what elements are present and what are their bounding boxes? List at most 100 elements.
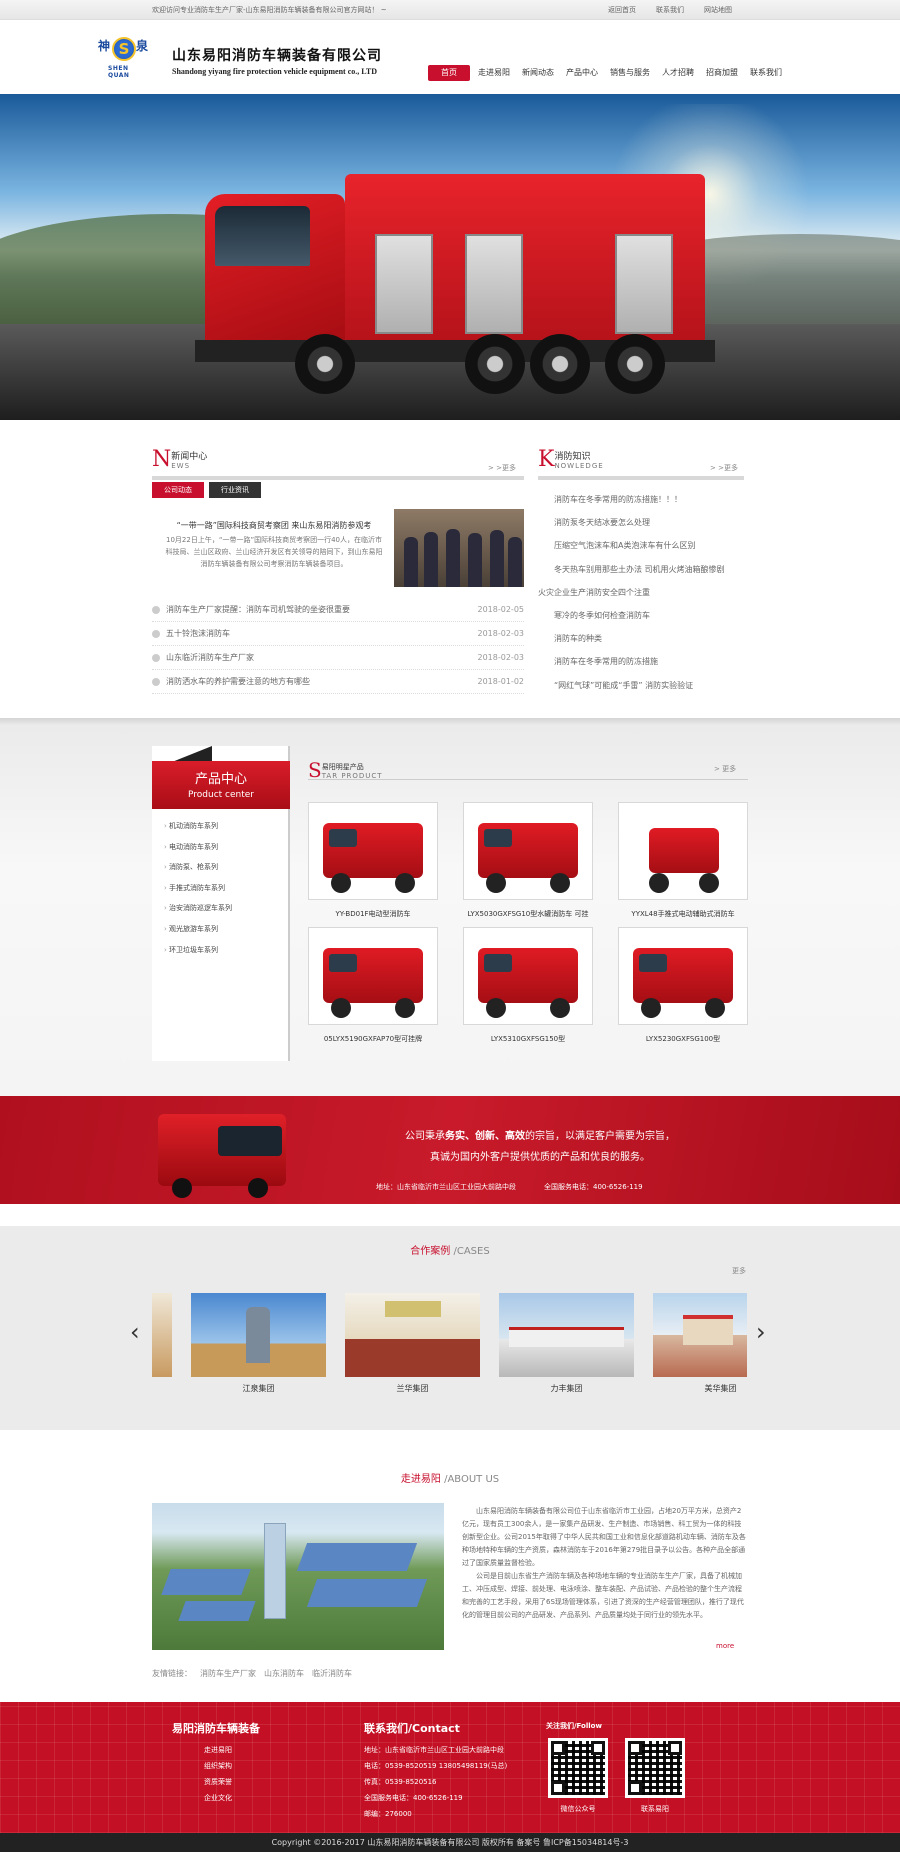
case-card[interactable]: 江泉集团 [191,1293,326,1394]
product-name[interactable]: 05LYX5190GXFAP70型可挂牌 [308,1034,438,1044]
case-card[interactable]: 美华集团 [653,1293,747,1394]
product-category-item[interactable]: 机动消防车系列 [152,816,290,837]
case-image[interactable] [191,1293,326,1377]
case-name[interactable]: 力丰集团 [499,1383,634,1394]
product-category-item[interactable]: 消防泵、枪系列 [152,857,290,878]
knowledge-item[interactable]: 消防车在冬季常用的防冻措施 [538,650,744,673]
footer-hotline: 全国服务电话：400-6526-119 [364,1794,463,1802]
product-name[interactable]: LYX5230GXFSG100型 [618,1034,748,1044]
cases-next-arrow-icon[interactable]: › [756,1318,766,1346]
list-item[interactable]: 消防车生产厂家提醒：消防车司机驾驶的坐姿很重要 2018-02-05 [152,598,524,622]
star-products-more-link[interactable]: > 更多 [714,764,736,774]
nav-item-about[interactable]: 走进易阳 [472,65,516,81]
case-name[interactable]: 江泉集团 [191,1383,326,1394]
news-item-title[interactable]: 五十铃泡沫消防车 [166,628,230,639]
product-image[interactable] [618,927,748,1025]
tab-company-news[interactable]: 公司动态 [152,482,204,498]
qr-pattern [628,1741,682,1795]
product-card[interactable]: LYX5310GXFSG150型 [463,927,593,1044]
sidebar-tab-decoration [172,746,212,762]
product-category-item[interactable]: 环卫垃圾车系列 [152,940,290,961]
featured-news-image[interactable] [394,509,524,587]
featured-news[interactable]: “一带一路”国际科技商贸考察团 来山东易阳消防参观考 10月22日上午，“一带一… [164,520,384,570]
product-card[interactable]: LYX5030GXFSG10型水罐消防车 可挂 [463,802,593,919]
top-link-home[interactable]: 返回首页 [608,5,636,15]
slogan-truck-wheel [172,1178,192,1198]
product-truck-wheel [395,873,415,893]
product-image[interactable] [463,927,593,1025]
product-category-item[interactable]: 手推式消防车系列 [152,878,290,899]
knowledge-item[interactable]: 压缩空气泡沫车和A类泡沫车有什么区别 [538,534,744,557]
qr-pattern [551,1741,605,1795]
company-logo[interactable]: 神 S 泉 SHEN QUAN [98,37,148,79]
case-card[interactable]: 力丰集团 [499,1293,634,1394]
top-link-contact[interactable]: 联系我们 [656,5,684,15]
footer-link[interactable]: 组织架构 [172,1758,260,1774]
product-card[interactable]: LYX5230GXFSG100型 [618,927,748,1044]
friend-link[interactable]: 临沂消防车 [312,1668,352,1679]
case-image-partial[interactable] [152,1293,172,1377]
featured-news-title[interactable]: “一带一路”国际科技商贸考察团 来山东易阳消防参观考 [164,520,384,532]
footer-link[interactable]: 资质荣誉 [172,1774,260,1790]
knowledge-item[interactable]: 火灾企业生产消防安全四个注重 [538,581,744,604]
product-card[interactable]: 05LYX5190GXFAP70型可挂牌 [308,927,438,1044]
qr-corner [591,1741,605,1755]
footer-link[interactable]: 走进易阳 [172,1742,260,1758]
nav-item-news[interactable]: 新闻动态 [516,65,560,81]
list-item[interactable]: 五十铃泡沫消防车 2018-02-03 [152,622,524,646]
product-name[interactable]: LYX5310GXFSG150型 [463,1034,593,1044]
news-item-title[interactable]: 消防洒水车的养护需要注意的地方有哪些 [166,676,310,687]
friend-links: 友情链接： 消防车生产厂家 山东消防车 临沂消防车 [152,1668,352,1679]
case-name[interactable]: 美华集团 [653,1383,747,1394]
nav-item-jobs[interactable]: 人才招聘 [656,65,700,81]
product-image[interactable] [618,802,748,900]
news-item-title[interactable]: 消防车生产厂家提醒：消防车司机驾驶的坐姿很重要 [166,604,350,615]
case-image[interactable] [499,1293,634,1377]
case-name[interactable]: 兰华集团 [345,1383,480,1394]
case-image[interactable] [653,1293,747,1377]
product-name[interactable]: LYX5030GXFSG10型水罐消防车 可挂 [463,909,593,919]
knowledge-more-link[interactable]: > >更多 [710,463,738,473]
list-item[interactable]: 消防洒水车的养护需要注意的地方有哪些 2018-01-02 [152,670,524,694]
product-image[interactable] [308,802,438,900]
news-more-link[interactable]: > >更多 [488,463,516,473]
nav-item-contact[interactable]: 联系我们 [744,65,788,81]
product-name[interactable]: YYXL48手推式电动辅助式消防车 [618,909,748,919]
about-more-link[interactable]: more [716,1642,734,1650]
friend-link[interactable]: 消防车生产厂家 [200,1668,256,1679]
product-image[interactable] [308,927,438,1025]
list-item[interactable]: 山东临沂消防车生产厂家 2018-02-03 [152,646,524,670]
product-category-item[interactable]: 治安消防巡逻车系列 [152,898,290,919]
case-image[interactable] [345,1293,480,1377]
product-category-item[interactable]: 电动消防车系列 [152,837,290,858]
cases-prev-arrow-icon[interactable]: ‹ [130,1318,140,1346]
product-name[interactable]: YY-BD01F电动型消防车 [308,909,438,919]
product-card[interactable]: YY-BD01F电动型消防车 [308,802,438,919]
knowledge-item[interactable]: 冬天热车别用那些土办法 司机用火烤油箱酿惨剧 [538,558,744,581]
factory-roof [306,1579,428,1607]
nav-item-home[interactable]: 首页 [428,65,470,81]
news-item-title[interactable]: 山东临沂消防车生产厂家 [166,652,254,663]
knowledge-item[interactable]: “网红气球”可能成“手雷” 消防实验验证 [538,674,744,697]
nav-item-sales[interactable]: 销售与服务 [604,65,656,81]
hero-banner[interactable] [0,94,900,420]
nav-item-products[interactable]: 产品中心 [560,65,604,81]
knowledge-item[interactable]: 寒冷的冬季如何检查消防车 [538,604,744,627]
knowledge-item[interactable]: 消防泵冬天结冰要怎么处理 [538,511,744,534]
knowledge-item[interactable]: 消防车在冬季常用的防冻措施！！！ [538,488,744,511]
product-category-item[interactable]: 观光旅游车系列 [152,919,290,940]
logo-char-left: 神 [98,39,111,53]
cases-more-link[interactable]: 更多 [732,1266,746,1276]
footer-link[interactable]: 企业文化 [172,1790,260,1806]
footer-company-title: 易阳消防车辆装备 [172,1722,260,1735]
product-card[interactable]: YYXL48手推式电动辅助式消防车 [618,802,748,919]
tab-industry-news[interactable]: 行业资讯 [209,482,261,498]
friend-link[interactable]: 山东消防车 [264,1668,304,1679]
slogan-truck-window [218,1126,282,1156]
top-link-sitemap[interactable]: 网站地图 [704,5,732,15]
knowledge-title-en: NOWLEDGE [554,462,604,470]
product-image[interactable] [463,802,593,900]
nav-item-franchise[interactable]: 招商加盟 [700,65,744,81]
knowledge-item[interactable]: 消防车的种类 [538,627,744,650]
case-card[interactable]: 兰华集团 [345,1293,480,1394]
